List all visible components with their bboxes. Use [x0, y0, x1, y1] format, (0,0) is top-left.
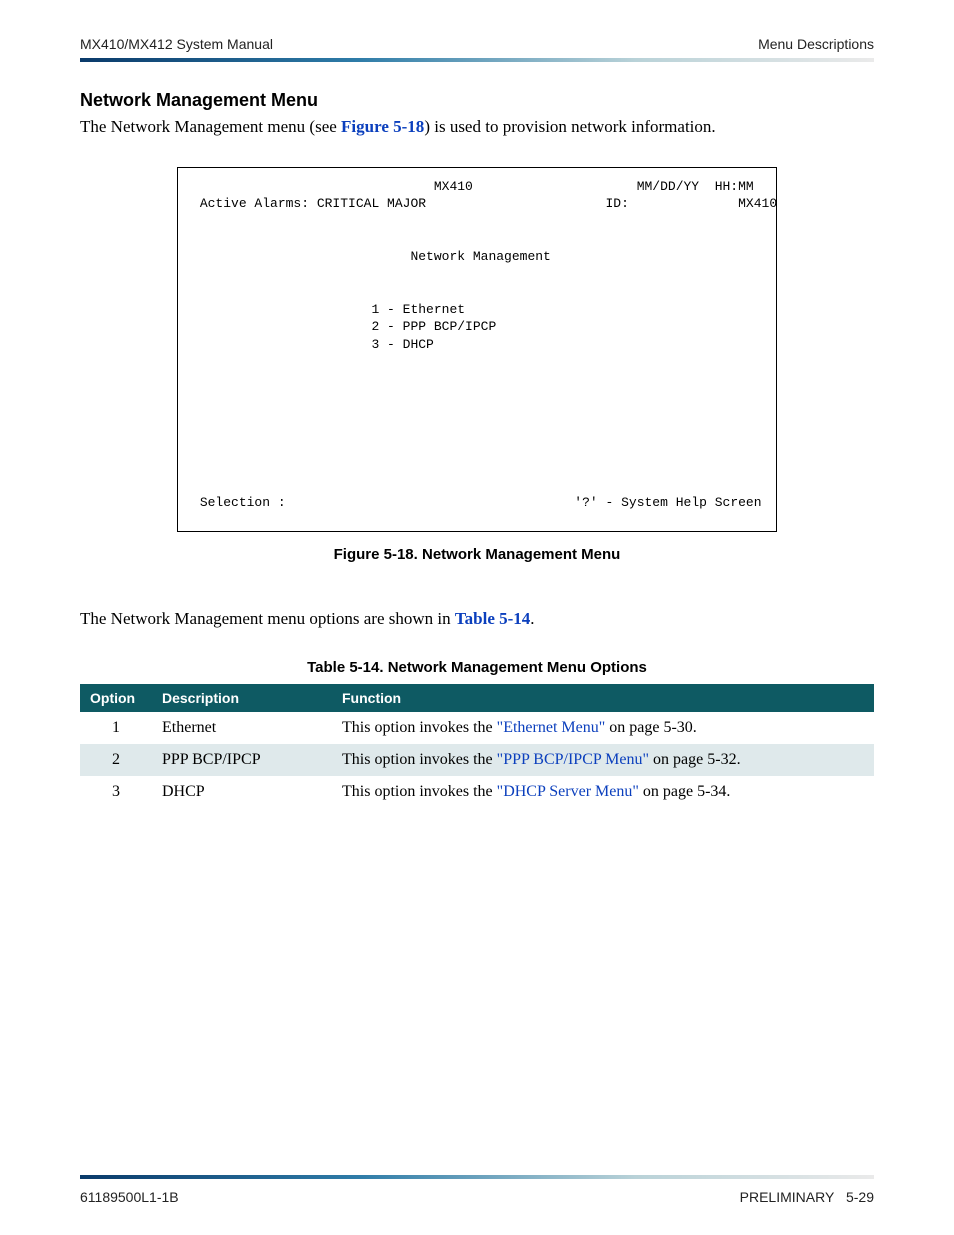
term-opt-3: 3 - DHCP — [371, 337, 433, 352]
cell-option: 3 — [80, 776, 152, 808]
cell-option: 2 — [80, 744, 152, 776]
func-pre: This option invokes the — [342, 719, 497, 736]
th-function: Function — [332, 684, 874, 712]
term-opt-2: 2 - PPP BCP/IPCP — [371, 319, 496, 334]
table-row: 1 Ethernet This option invokes the "Ethe… — [80, 712, 874, 744]
func-post: on page 5-30. — [605, 719, 697, 736]
footer-right-page: 5-29 — [846, 1189, 874, 1205]
options-table-body: 1 Ethernet This option invokes the "Ethe… — [80, 712, 874, 808]
func-post: on page 5-34. — [639, 783, 731, 800]
figure-caption: Figure 5-18. Network Management Menu — [80, 546, 874, 563]
intro-pre: The Network Management menu (see — [80, 117, 341, 136]
intro-paragraph: The Network Management menu (see Figure … — [80, 115, 874, 139]
footer-right: PRELIMINARY 5-29 — [740, 1189, 874, 1205]
intro-post: ) is used to provision network informati… — [424, 117, 715, 136]
footer-row: 61189500L1-1B PRELIMINARY 5-29 — [80, 1189, 874, 1205]
figure-ref-link[interactable]: Figure 5-18 — [341, 117, 424, 136]
footer-rule — [80, 1175, 874, 1179]
mid-paragraph: The Network Management menu options are … — [80, 607, 874, 631]
options-table: Option Description Function 1 Ethernet T… — [80, 684, 874, 808]
func-post: on page 5-32. — [649, 751, 741, 768]
table-row: 3 DHCP This option invokes the "DHCP Ser… — [80, 776, 874, 808]
header-left: MX410/MX412 System Manual — [80, 36, 273, 52]
dhcp-menu-link[interactable]: "DHCP Server Menu" — [497, 783, 639, 800]
ethernet-menu-link[interactable]: "Ethernet Menu" — [497, 719, 606, 736]
func-pre: This option invokes the — [342, 751, 497, 768]
func-pre: This option invokes the — [342, 783, 497, 800]
th-description: Description — [152, 684, 332, 712]
term-device: MX410 — [434, 179, 473, 194]
table-header-row: Option Description Function — [80, 684, 874, 712]
term-alarm: Active Alarms: CRITICAL MAJOR — [200, 196, 426, 211]
terminal-screen: MX410 MM/DD/YY HH:MM Active Alarms: CRIT… — [177, 167, 777, 532]
header-right: Menu Descriptions — [758, 36, 874, 52]
table-ref-link[interactable]: Table 5-14 — [455, 609, 530, 628]
cell-function: This option invokes the "Ethernet Menu" … — [332, 712, 874, 744]
term-selection: Selection : — [200, 495, 286, 510]
cell-description: DHCP — [152, 776, 332, 808]
mid-pre: The Network Management menu options are … — [80, 609, 455, 628]
cell-description: Ethernet — [152, 712, 332, 744]
cell-function: This option invokes the "DHCP Server Men… — [332, 776, 874, 808]
terminal-wrap: MX410 MM/DD/YY HH:MM Active Alarms: CRIT… — [80, 167, 874, 532]
options-table-head: Option Description Function — [80, 684, 874, 712]
term-opt-1: 1 - Ethernet — [371, 302, 465, 317]
cell-description: PPP BCP/IPCP — [152, 744, 332, 776]
page-header: MX410/MX412 System Manual Menu Descripti… — [80, 36, 874, 58]
page-footer: 61189500L1-1B PRELIMINARY 5-29 — [80, 1175, 874, 1205]
table-caption: Table 5-14. Network Management Menu Opti… — [80, 659, 874, 676]
footer-left: 61189500L1-1B — [80, 1189, 179, 1205]
table-row: 2 PPP BCP/IPCP This option invokes the "… — [80, 744, 874, 776]
cell-function: This option invokes the "PPP BCP/IPCP Me… — [332, 744, 874, 776]
footer-right-label: PRELIMINARY — [740, 1189, 835, 1205]
header-rule — [80, 58, 874, 62]
ppp-menu-link[interactable]: "PPP BCP/IPCP Menu" — [497, 751, 649, 768]
document-page: MX410/MX412 System Manual Menu Descripti… — [0, 0, 954, 1235]
section-title: Network Management Menu — [80, 90, 874, 111]
term-date: MM/DD/YY HH:MM — [637, 179, 754, 194]
mid-post: . — [530, 609, 534, 628]
term-id-label: ID: — [606, 196, 629, 211]
term-help: '?' - System Help Screen — [574, 495, 761, 510]
cell-option: 1 — [80, 712, 152, 744]
th-option: Option — [80, 684, 152, 712]
term-title: Network Management — [410, 249, 550, 264]
term-id-value: MX410 — [738, 196, 777, 211]
